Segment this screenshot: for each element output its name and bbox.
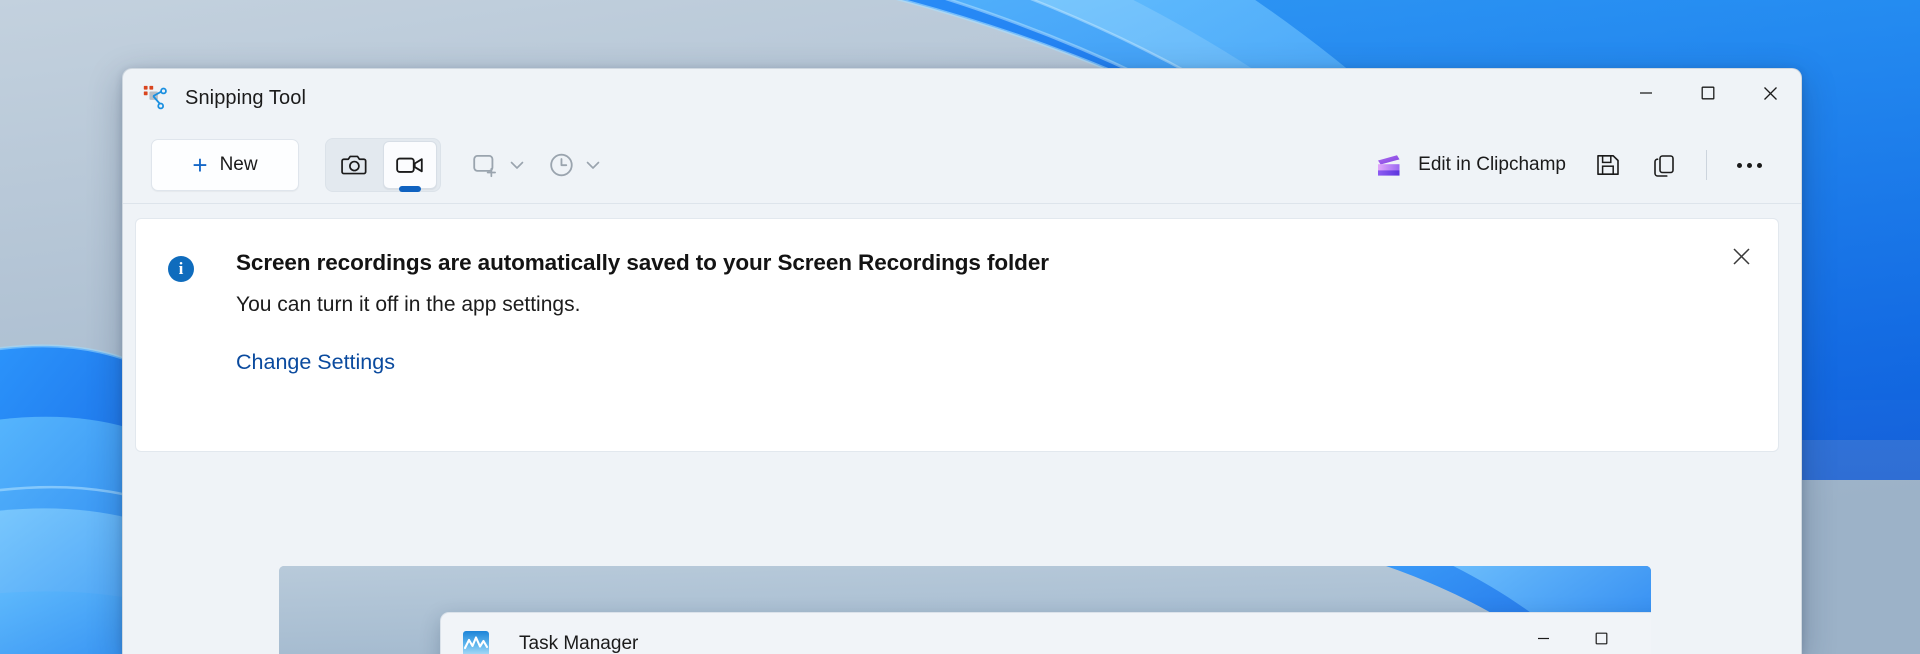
toolbar-divider: [1706, 150, 1707, 180]
snipping-tool-icon: [141, 83, 171, 113]
banner-body: Screen recordings are automatically save…: [236, 249, 1754, 375]
banner-close-button[interactable]: [1718, 235, 1764, 277]
task-manager-graph-glyph: [463, 631, 489, 654]
clipchamp-label: Edit in Clipchamp: [1418, 154, 1566, 176]
save-button[interactable]: [1580, 141, 1636, 189]
snip-shape-button[interactable]: [469, 141, 545, 189]
banner-title: Screen recordings are automatically save…: [236, 249, 1754, 277]
capture-preview[interactable]: Task Manager: [279, 566, 1651, 654]
minimize-icon: [1639, 86, 1653, 100]
edit-in-clipchamp-button[interactable]: Edit in Clipchamp: [1360, 141, 1580, 189]
copy-button[interactable]: [1636, 141, 1692, 189]
close-icon: [1732, 247, 1751, 266]
chevron-down-icon[interactable]: [585, 157, 601, 173]
capture-mode-group: [325, 138, 441, 192]
capture-options-group: [469, 141, 621, 189]
task-manager-titlebar: Task Manager: [441, 613, 1651, 654]
new-button-label: New: [220, 154, 258, 176]
video-camera-icon: [395, 150, 425, 180]
snip-mode-button[interactable]: [329, 141, 383, 189]
save-floppy-icon: [1595, 152, 1621, 178]
close-button[interactable]: [1739, 69, 1801, 117]
maximize-button[interactable]: [1677, 69, 1739, 117]
new-capture-button[interactable]: + New: [151, 139, 299, 191]
more-options-button[interactable]: [1721, 141, 1777, 189]
maximize-icon: [1701, 86, 1715, 100]
rectangle-plus-icon: [471, 150, 501, 180]
window-title: Snipping Tool: [185, 87, 306, 110]
copy-icon: [1651, 152, 1677, 178]
minimize-button[interactable]: [1514, 613, 1572, 654]
delay-button[interactable]: [545, 141, 621, 189]
banner-subtitle: You can turn it off in the app settings.: [236, 291, 1754, 318]
ellipsis-icon: [1737, 163, 1762, 168]
minimize-button[interactable]: [1615, 69, 1677, 117]
clipchamp-logo-icon: [1374, 150, 1404, 180]
task-manager-window-controls: [1514, 613, 1651, 654]
selected-mode-indicator: [399, 186, 421, 192]
clock-icon: [547, 150, 577, 180]
close-button[interactable]: [1630, 613, 1651, 654]
task-manager-icon: [463, 631, 489, 654]
chevron-down-icon[interactable]: [509, 157, 525, 173]
window-titlebar: Snipping Tool: [123, 69, 1801, 127]
maximize-button[interactable]: [1572, 613, 1630, 654]
minimize-icon: [1537, 632, 1550, 645]
close-icon: [1763, 86, 1778, 101]
toolbar-right-group: Edit in Clipchamp: [1360, 141, 1777, 189]
maximize-icon: [1595, 632, 1608, 645]
info-circle-icon: i: [168, 256, 194, 282]
snipping-tool-window: Snipping Tool + New: [122, 68, 1802, 654]
record-mode-button[interactable]: [383, 141, 437, 189]
task-manager-title: Task Manager: [519, 633, 638, 654]
camera-icon: [341, 150, 371, 180]
change-settings-link[interactable]: Change Settings: [236, 350, 395, 375]
window-controls: [1615, 69, 1801, 117]
main-toolbar: + New: [123, 127, 1801, 204]
task-manager-window: Task Manager: [440, 612, 1651, 654]
info-banner: i Screen recordings are automatically sa…: [135, 218, 1779, 452]
